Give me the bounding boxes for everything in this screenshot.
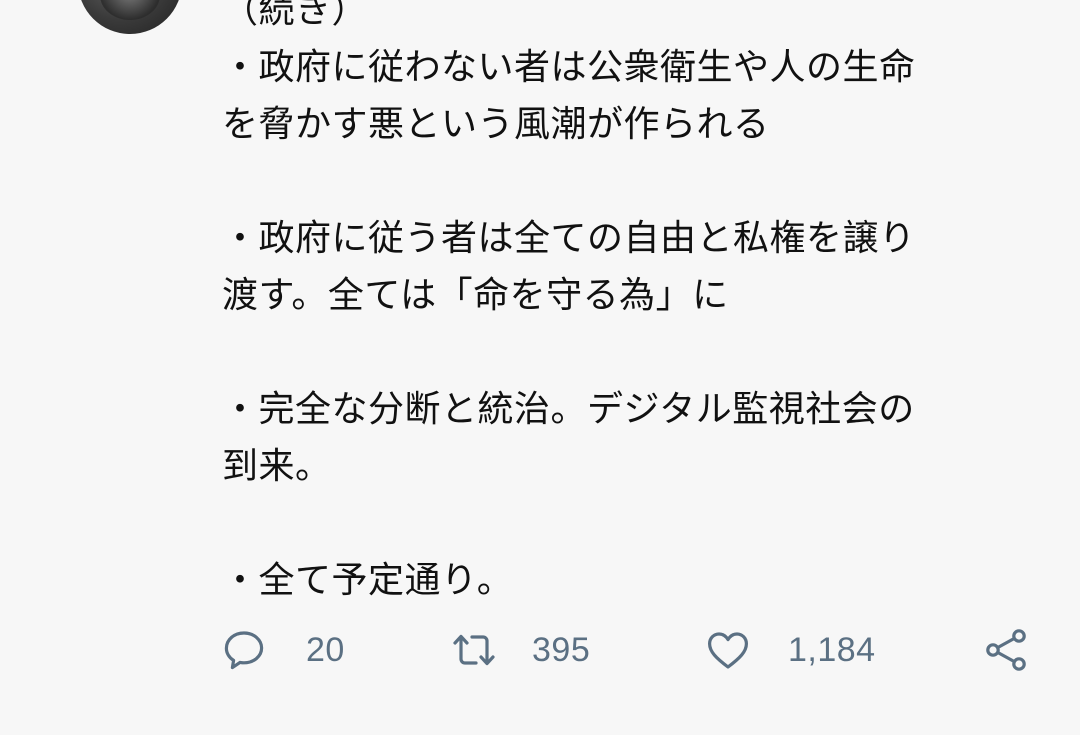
avatar[interactable] bbox=[78, 0, 182, 34]
heart-icon bbox=[708, 632, 748, 669]
tweet-line: 渡す。全ては「命を守る為」に bbox=[222, 275, 729, 316]
reply-icon bbox=[224, 631, 264, 670]
like-button[interactable]: 1,184 bbox=[704, 622, 876, 678]
retweet-count: 395 bbox=[532, 630, 591, 669]
reply-count: 20 bbox=[306, 630, 345, 669]
retweet-icon bbox=[453, 634, 495, 666]
tweet-text: （続き） ・政府に従わない者は公衆衛生や人の生命 を脅かす悪という風潮が作られる… bbox=[222, 0, 1042, 609]
share-button[interactable] bbox=[982, 622, 1030, 678]
tweet-line: 到来。 bbox=[222, 446, 332, 487]
tweet-line: （続き） bbox=[222, 0, 369, 31]
tweet-line: ・完全な分断と統治。デジタル監視社会の bbox=[222, 389, 915, 430]
retweet-button[interactable]: 395 bbox=[450, 622, 590, 678]
tweet-line: ・政府に従う者は全ての自由と私権を譲り bbox=[222, 218, 916, 259]
tweet-action-bar: 20 395 1,184 bbox=[0, 622, 1080, 678]
tweet-line: ・全て予定通り。 bbox=[222, 560, 514, 601]
like-count: 1,184 bbox=[788, 630, 876, 669]
reply-button[interactable]: 20 bbox=[220, 622, 345, 678]
tweet-line: ・政府に従わない者は公衆衛生や人の生命 bbox=[222, 47, 916, 88]
tweet-line: を脅かす悪という風潮が作られる bbox=[222, 104, 770, 145]
share-icon bbox=[986, 629, 1026, 671]
